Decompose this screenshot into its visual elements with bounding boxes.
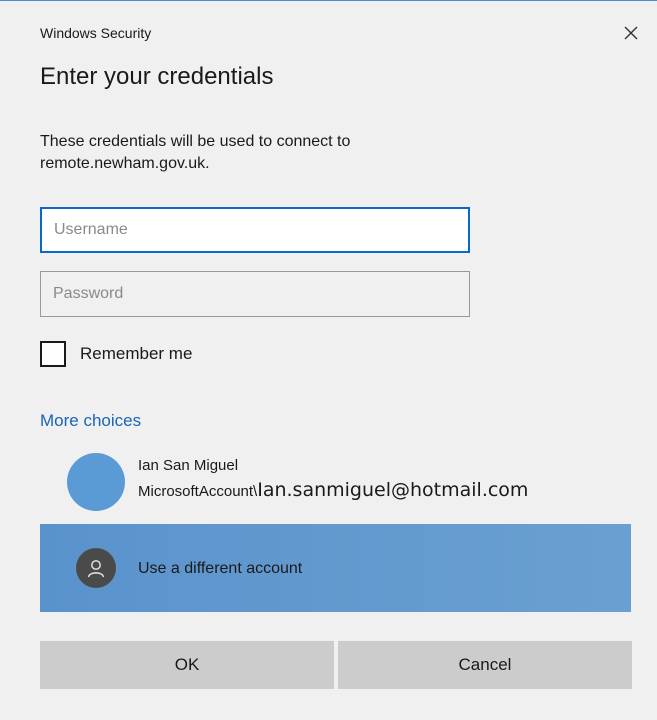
remember-me-label: Remember me: [80, 344, 193, 363]
remember-me-checkbox[interactable]: [40, 341, 66, 367]
ok-button[interactable]: OK: [40, 641, 334, 689]
remember-me-option[interactable]: Remember me: [40, 341, 192, 367]
use-different-account-option[interactable]: Use a different account: [40, 524, 631, 612]
close-icon: [624, 26, 638, 40]
more-choices-link[interactable]: More choices: [40, 411, 141, 431]
window-title: Windows Security: [40, 25, 152, 41]
different-account-label: Use a different account: [138, 560, 303, 577]
username-field[interactable]: [40, 207, 470, 253]
avatar: [67, 453, 125, 511]
account-ian-san-miguel[interactable]: Ian San Miguel MicrosoftAccount\Ian.sanm…: [40, 449, 630, 515]
person-icon: [76, 548, 116, 588]
password-field[interactable]: [40, 271, 470, 317]
account-prefix: MicrosoftAccount\: [138, 483, 258, 500]
dialog-description: These credentials will be used to connec…: [40, 133, 351, 172]
account-identifier: MicrosoftAccount\Ian.sanmiguel@hotmail.c…: [138, 479, 528, 501]
close-button[interactable]: [617, 19, 645, 47]
dialog-heading: Enter your credentials: [40, 63, 274, 90]
account-name: Ian San Miguel: [138, 457, 239, 474]
cancel-button[interactable]: Cancel: [338, 641, 632, 689]
credentials-dialog: Windows Security Enter your credentials …: [0, 0, 657, 720]
account-email: Ian.sanmiguel@hotmail.com: [257, 479, 529, 501]
